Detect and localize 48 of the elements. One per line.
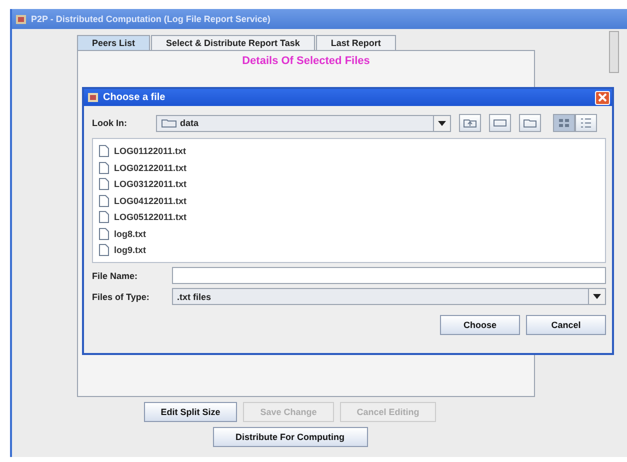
file-name-label: File Name: [92, 270, 139, 280]
list-view-button[interactable] [553, 114, 575, 132]
caret-icon [438, 120, 446, 126]
details-view-button[interactable] [575, 114, 597, 132]
tab[interactable]: Select & Distribute Report Task [151, 35, 315, 50]
file-name-field[interactable] [172, 267, 606, 284]
caret-icon [593, 294, 601, 299]
file-name[interactable]: log9.txt [114, 245, 146, 256]
scroll-bar[interactable] [609, 31, 619, 73]
dialog-title: Choose a file [103, 92, 166, 103]
window-title: P2P - Distributed Computation (Log File Report Service) [31, 14, 270, 24]
file-name[interactable]: log8.txt [114, 228, 146, 239]
close-button[interactable] [595, 90, 610, 104]
file-name[interactable]: LOG02122011.txt [114, 162, 187, 173]
action-button[interactable]: Edit Split Size [144, 402, 238, 422]
file-name[interactable]: LOG01122011.txt [114, 146, 186, 156]
tab[interactable]: Peers List [77, 35, 150, 50]
distribute-button[interactable]: Distribute For Computing [212, 427, 368, 447]
file-type-label: Files of Type: [92, 292, 150, 302]
dialog-button[interactable]: Cancel [526, 315, 606, 335]
home-button[interactable] [489, 114, 511, 132]
tab[interactable]: Last Report [316, 35, 396, 50]
file-name[interactable]: LOG04122011.txt [114, 196, 187, 206]
file-icon [99, 228, 109, 240]
details-icon [580, 118, 592, 128]
close-icon [598, 93, 607, 102]
file-icon [99, 145, 109, 158]
new-folder-button[interactable] [519, 114, 541, 132]
file-name[interactable]: LOG03122011.txt [114, 179, 187, 190]
file-icon [99, 211, 109, 224]
look-in-label: Look In: [92, 118, 128, 128]
folder-icon [161, 118, 177, 128]
app-icon [88, 93, 98, 102]
panel-heading: Details Of Selected Files [241, 55, 371, 67]
folder-icon [523, 118, 537, 128]
up-folder-button[interactable] [459, 114, 481, 132]
file-icon [99, 244, 109, 256]
folder-up-icon [463, 118, 477, 128]
file-icon [99, 162, 109, 174]
app-icon [16, 14, 26, 24]
file-type-dropdown[interactable]: .txt files [172, 288, 606, 305]
look-in-dropdown[interactable]: data [156, 114, 451, 132]
list-icon [558, 118, 570, 128]
desktop-icon [493, 118, 507, 128]
file-icon [99, 194, 109, 207]
file-icon [99, 178, 109, 190]
file-name[interactable]: LOG05122011.txt [114, 212, 187, 222]
dialog-button[interactable]: Choose [440, 315, 520, 335]
